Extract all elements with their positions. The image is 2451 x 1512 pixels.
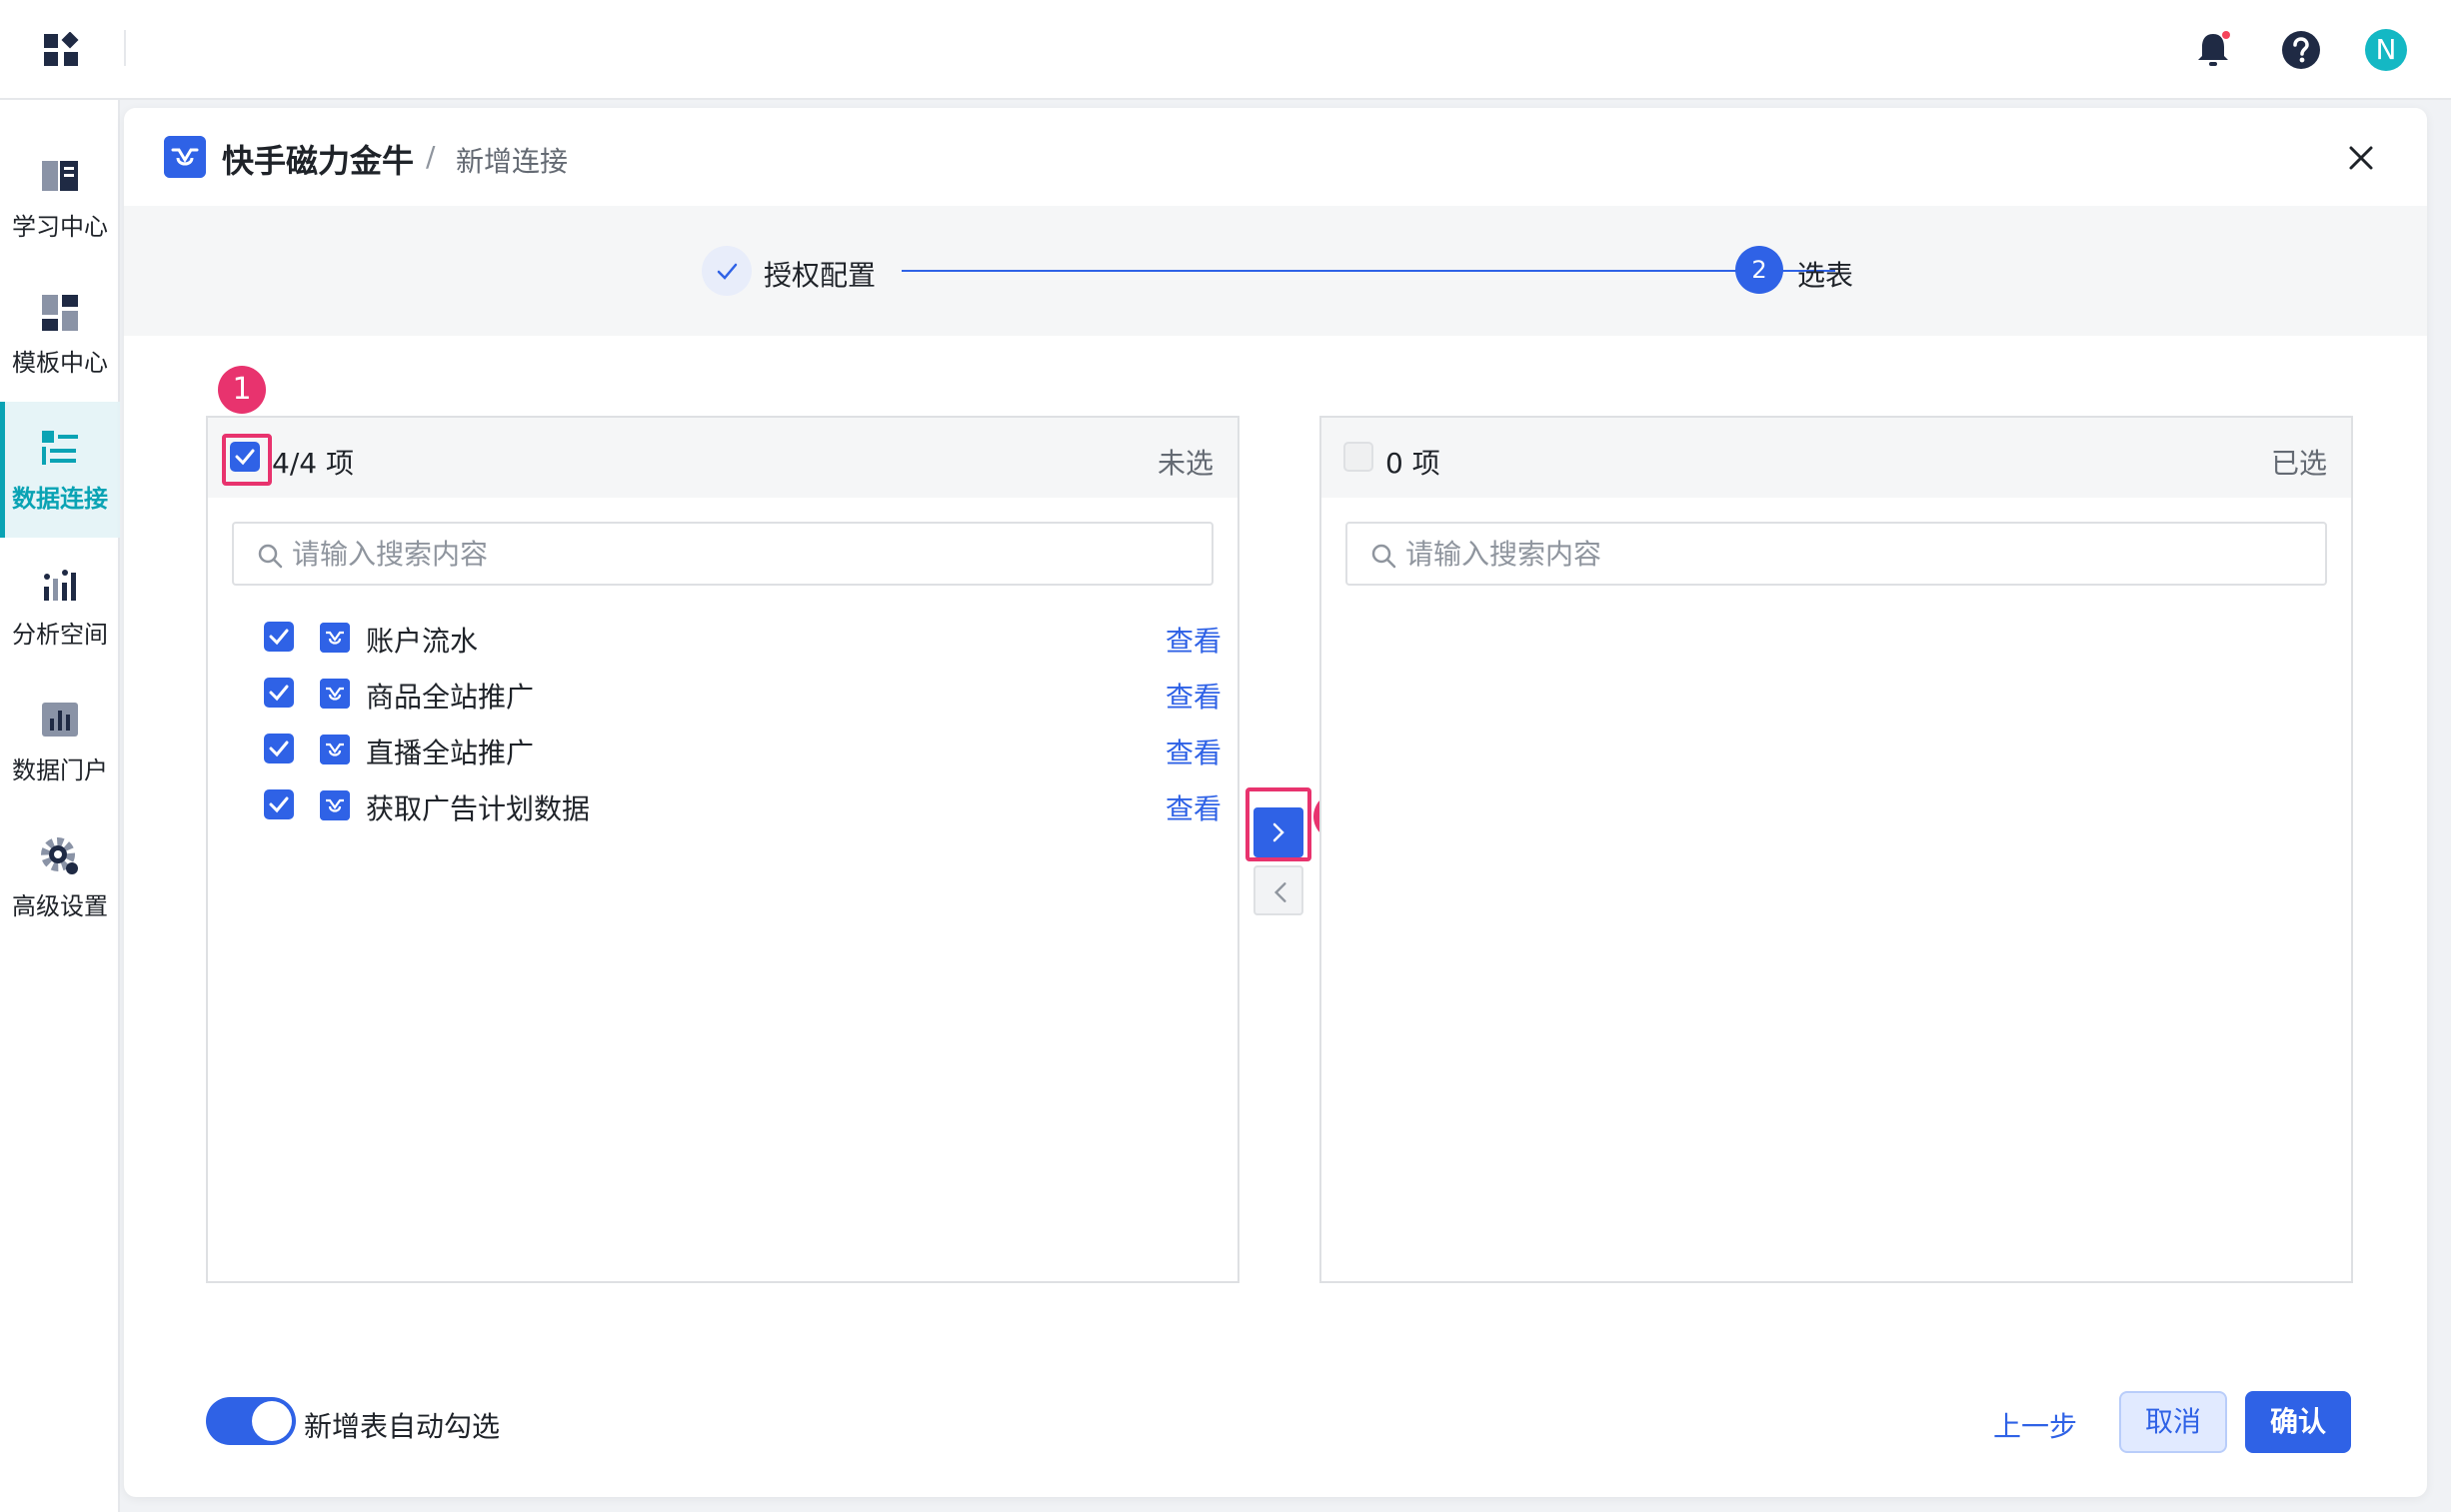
view-link[interactable]: 查看 (1166, 620, 1222, 660)
kuaishou-table-icon (320, 623, 350, 653)
auto-select-toggle[interactable] (206, 1397, 296, 1445)
item-checkbox[interactable] (264, 734, 294, 763)
sidebar: 学习中心 模板中心 数据连接 分析空间 数据门户 高级设置 (0, 100, 120, 1512)
target-search (1345, 522, 2327, 586)
item-checkbox[interactable] (264, 789, 294, 819)
toggle-knob (252, 1401, 292, 1441)
sidebar-item-analysis[interactable]: 分析空间 (0, 538, 120, 674)
gear-icon (41, 836, 78, 874)
breadcrumb-separator: / (426, 140, 436, 173)
page-title: 快手磁力金牛 (222, 142, 415, 180)
step1-indicator (702, 246, 752, 296)
breadcrumb-current: 新增连接 (456, 145, 569, 178)
target-search-input[interactable] (1405, 532, 2305, 576)
confirm-button[interactable]: 确认 (2245, 1391, 2351, 1453)
book-icon (42, 160, 78, 191)
bell-icon[interactable] (2193, 30, 2233, 70)
step1-label: 授权配置 (764, 259, 877, 292)
highlight-box (1245, 787, 1311, 861)
view-link[interactable]: 查看 (1166, 676, 1222, 716)
apps-grid-icon[interactable] (44, 32, 80, 68)
item-name: 直播全站推广 (366, 737, 535, 769)
list-item[interactable]: 获取广告计划数据 查看 (208, 777, 1237, 833)
annotation-badge-1: 1 (218, 366, 266, 414)
target-list-header: 0 项 已选 (1321, 418, 2351, 498)
target-select-all-checkbox[interactable] (1343, 442, 1373, 472)
item-name: 账户流水 (366, 625, 479, 658)
sidebar-item-label: 分析空间 (12, 620, 108, 649)
notification-dot (2222, 31, 2230, 39)
check-icon (717, 263, 738, 280)
highlight-box (222, 434, 272, 486)
kuaishou-table-icon (320, 735, 350, 764)
move-left-button[interactable] (1253, 865, 1303, 915)
add-connection-panel: 快手磁力金牛 / 新增连接 授权配置 2 选表 1 4/4 项 未选 请输入搜索… (124, 108, 2427, 1497)
kuaishou-table-icon (320, 679, 350, 709)
view-link[interactable]: 查看 (1166, 787, 1222, 827)
item-checkbox[interactable] (264, 622, 294, 652)
sidebar-item-learning[interactable]: 学习中心 (0, 130, 120, 266)
search-icon (258, 544, 283, 569)
sidebar-item-portal[interactable]: 数据门户 (0, 674, 120, 809)
source-search-input[interactable] (292, 532, 1192, 576)
close-icon[interactable] (2345, 142, 2377, 174)
sidebar-item-templates[interactable]: 模板中心 (0, 266, 120, 402)
cancel-button[interactable]: 取消 (2119, 1391, 2227, 1453)
check-icon (269, 796, 289, 813)
list-item[interactable]: 账户流水 查看 (208, 610, 1237, 666)
panel-header: 快手磁力金牛 / 新增连接 (124, 108, 2427, 206)
kuaishou-table-icon (320, 790, 350, 820)
sidebar-item-data-connection[interactable]: 数据连接 (0, 402, 120, 538)
view-link[interactable]: 查看 (1166, 732, 1222, 771)
target-title: 已选 (2270, 447, 2327, 480)
item-name: 获取广告计划数据 (366, 792, 591, 825)
chevron-left-icon (1273, 882, 1286, 902)
help-icon[interactable] (2281, 30, 2321, 70)
step-connector (902, 270, 1835, 272)
top-bar: N (0, 0, 2451, 100)
source-search (232, 522, 1214, 586)
sidebar-item-label: 数据连接 (12, 484, 108, 513)
list-item[interactable]: 直播全站推广 查看 (208, 722, 1237, 777)
template-icon (42, 294, 78, 331)
check-icon (269, 741, 289, 757)
sidebar-item-label: 数据门户 (12, 756, 108, 784)
sidebar-item-label: 模板中心 (12, 348, 108, 377)
source-list: 4/4 项 未选 账户流水 查看 (206, 416, 1239, 1283)
sidebar-item-label: 学习中心 (12, 212, 108, 241)
step2-indicator: 2 (1735, 246, 1783, 294)
item-name: 商品全站推广 (366, 681, 535, 714)
portal-icon (42, 702, 78, 737)
prev-step-button[interactable]: 上一步 (1993, 1405, 2077, 1445)
kuaishou-logo-icon (164, 136, 206, 178)
list-item[interactable]: 商品全站推广 查看 (208, 666, 1237, 722)
step2-label: 选表 (1797, 259, 1854, 292)
avatar[interactable]: N (2365, 29, 2407, 71)
analysis-icon (44, 569, 76, 601)
top-divider (124, 30, 126, 66)
source-count: 4/4 项 (272, 447, 354, 480)
check-icon (269, 685, 289, 702)
sidebar-item-label: 高级设置 (12, 891, 108, 920)
item-checkbox[interactable] (264, 678, 294, 708)
target-count: 0 项 (1385, 447, 1440, 480)
search-icon (1371, 544, 1396, 569)
data-connect-icon (42, 430, 78, 465)
target-list: 0 项 已选 (1319, 416, 2353, 1283)
source-list-header: 4/4 项 未选 (208, 418, 1237, 498)
sidebar-item-settings[interactable]: 高级设置 (0, 809, 120, 945)
auto-select-label: 新增表自动勾选 (304, 1410, 501, 1443)
check-icon (269, 629, 289, 646)
steps-bar: 授权配置 2 选表 (124, 206, 2427, 336)
source-title: 未选 (1157, 447, 1214, 480)
